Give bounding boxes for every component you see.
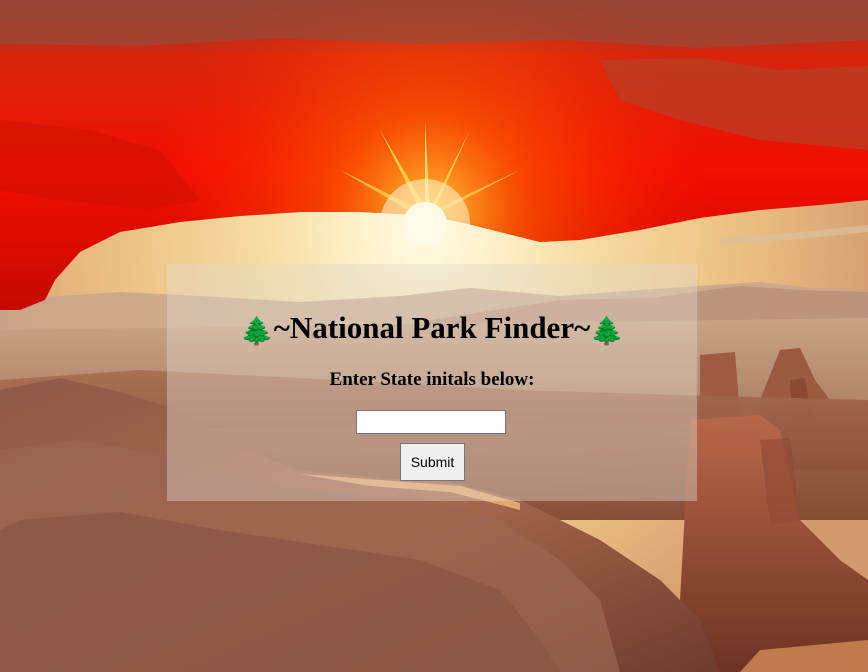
submit-button[interactable]: Submit bbox=[400, 443, 465, 481]
evergreen-tree-icon: 🌲 bbox=[240, 316, 274, 347]
page-title: 🌲~National Park Finder~🌲 bbox=[167, 308, 697, 352]
evergreen-tree-icon: 🌲 bbox=[590, 316, 624, 347]
page: 🌲~National Park Finder~🌲 Enter State ini… bbox=[0, 0, 868, 672]
state-prompt-label: Enter State initals below: bbox=[329, 369, 535, 390]
state-initials-input[interactable] bbox=[356, 410, 506, 434]
finder-panel: 🌲~National Park Finder~🌲 Enter State ini… bbox=[167, 264, 697, 501]
page-title-text: ~National Park Finder~ bbox=[273, 310, 591, 345]
